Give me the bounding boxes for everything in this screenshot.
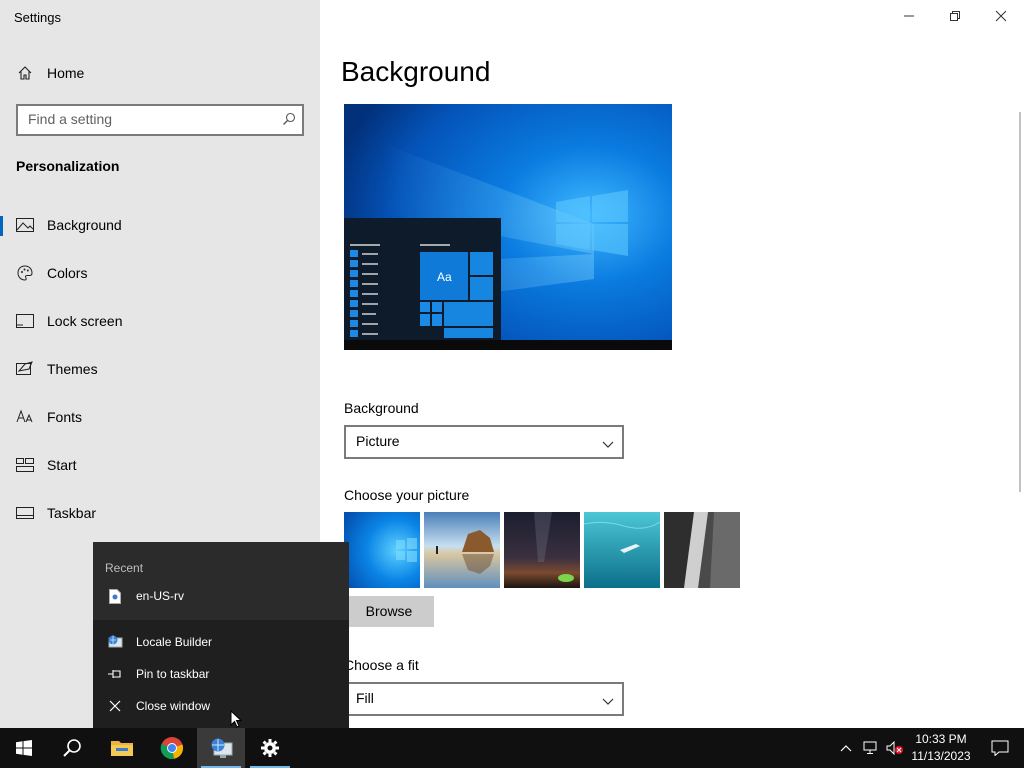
picture-icon <box>16 216 34 234</box>
sidebar-item-taskbar[interactable]: Taskbar <box>0 493 320 533</box>
sidebar-item-label: Taskbar <box>47 505 97 521</box>
restore-icon <box>950 11 960 21</box>
pin-to-taskbar-label: Pin to taskbar <box>136 667 210 681</box>
action-center-button[interactable] <box>976 728 1024 768</box>
sidebar-item-start[interactable]: Start <box>0 445 320 485</box>
close-button[interactable] <box>978 0 1024 32</box>
background-label: Background <box>344 400 419 416</box>
lock-screen-icon <box>16 312 34 330</box>
network-tray-button[interactable] <box>860 728 882 768</box>
network-icon <box>863 741 877 754</box>
taskbar: 10:33 PM 11/13/2023 <box>0 728 1024 768</box>
taskbar-locale-builder[interactable] <box>197 728 245 768</box>
start-layout-icon <box>16 456 34 474</box>
start-button[interactable] <box>0 728 48 768</box>
minimize-icon <box>904 15 914 17</box>
recent-item-label: en-US-rv <box>136 589 185 603</box>
jump-list-app-item[interactable]: Locale Builder <box>93 628 349 656</box>
jump-list-app-label: Locale Builder <box>136 635 213 649</box>
taskbar-icon <box>16 504 34 522</box>
taskbar-settings[interactable] <box>246 728 294 768</box>
thumbnail-beach-rock[interactable] <box>424 512 500 588</box>
clock-date: 11/13/2023 <box>911 749 971 763</box>
clock[interactable]: 10:33 PM 11/13/2023 <box>906 728 976 768</box>
palette-icon <box>16 264 34 282</box>
taskbar-chrome[interactable] <box>148 728 196 768</box>
taskbar-jump-list: Recent en-US-rv Locale Builder Pin to ta… <box>93 542 349 728</box>
search-input[interactable] <box>28 111 268 127</box>
notification-icon <box>991 740 1009 756</box>
sidebar-item-fonts[interactable]: Fonts <box>0 397 320 437</box>
start-icon <box>16 740 32 756</box>
nav-home[interactable]: Home <box>0 53 320 93</box>
restore-button[interactable] <box>932 0 978 32</box>
sidebar-item-label: Colors <box>47 265 88 281</box>
mouse-cursor-icon <box>230 710 242 728</box>
page-title: Background <box>341 56 491 87</box>
themes-icon <box>16 360 34 378</box>
sidebar-item-label: Themes <box>47 361 98 377</box>
sidebar-item-themes[interactable]: Themes <box>0 349 320 389</box>
settings-icon <box>261 739 279 757</box>
pin-to-taskbar-item[interactable]: Pin to taskbar <box>93 660 349 688</box>
clock-time: 10:33 PM <box>915 732 967 746</box>
locale-builder-icon <box>107 634 123 650</box>
fit-dropdown[interactable]: Fill <box>344 682 624 716</box>
background-dropdown-value: Picture <box>356 433 400 449</box>
sidebar-item-label: Fonts <box>47 409 83 425</box>
sidebar-item-colors[interactable]: Colors <box>0 253 320 293</box>
chrome-icon <box>160 737 184 760</box>
close-window-label: Close window <box>136 699 211 713</box>
background-preview: Aa <box>344 104 672 350</box>
document-icon <box>107 588 123 604</box>
sidebar-item-label: Start <box>47 457 77 473</box>
preview-tile-text: Aa <box>437 270 452 284</box>
sidebar-item-background[interactable]: Background <box>0 205 320 245</box>
close-window-item[interactable]: Close window <box>93 692 349 720</box>
section-title: Personalization <box>16 158 120 174</box>
taskbar-search-button[interactable] <box>48 728 96 768</box>
locale-builder-icon <box>211 738 233 758</box>
choose-picture-label: Choose your picture <box>344 487 470 503</box>
fit-dropdown-value: Fill <box>356 690 374 706</box>
minimize-button[interactable] <box>886 0 932 32</box>
background-dropdown[interactable]: Picture <box>344 425 624 459</box>
search-icon <box>63 739 81 757</box>
search-box[interactable] <box>16 104 304 136</box>
volume-muted-icon <box>886 741 903 755</box>
recent-item[interactable]: en-US-rv <box>93 582 349 610</box>
thumbnail-waterfall-rock[interactable] <box>664 512 740 588</box>
sidebar-item-label: Lock screen <box>47 313 123 329</box>
taskbar-file-explorer[interactable] <box>98 728 146 768</box>
chevron-down-icon <box>602 436 614 454</box>
chevron-down-icon <box>602 693 614 711</box>
file-explorer-icon <box>111 741 133 756</box>
home-icon <box>16 64 34 82</box>
thumbnail-underwater-swimmer[interactable] <box>584 512 660 588</box>
close-icon <box>107 698 123 714</box>
close-icon <box>995 10 1007 22</box>
nav-home-label: Home <box>47 65 85 81</box>
sidebar-item-lock-screen[interactable]: Lock screen <box>0 301 320 341</box>
thumbnail-night-sky[interactable] <box>504 512 580 588</box>
search-icon[interactable] <box>282 112 296 131</box>
browse-button[interactable]: Browse <box>344 596 434 627</box>
thumbnail-windows-light[interactable] <box>344 512 420 588</box>
font-icon <box>16 408 34 426</box>
sidebar-item-label: Background <box>47 217 122 233</box>
choose-fit-label: Choose a fit <box>344 657 419 673</box>
show-hidden-icons-button[interactable] <box>836 728 856 768</box>
pin-icon <box>107 666 123 682</box>
volume-tray-button[interactable] <box>884 728 906 768</box>
recent-heading: Recent <box>105 561 144 575</box>
app-title: Settings <box>14 10 61 25</box>
chevron-up-icon <box>840 745 852 752</box>
scrollbar[interactable] <box>1019 112 1021 492</box>
